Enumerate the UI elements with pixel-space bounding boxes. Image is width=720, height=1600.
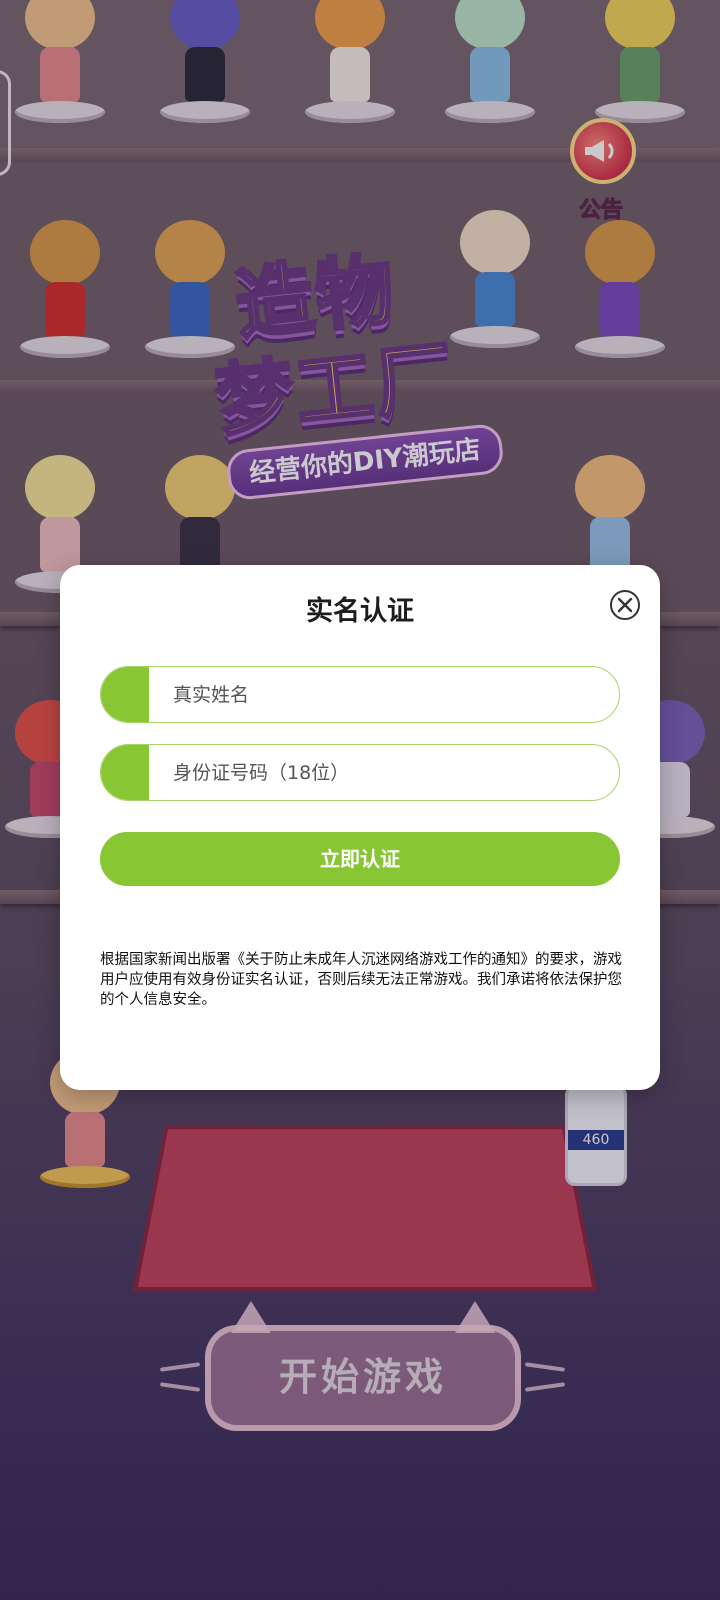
verify-now-button[interactable]: 立即认证 [100,832,620,886]
anti-addiction-notice: 根据国家新闻出版署《关于防止未成年人沉迷网络游戏工作的通知》的要求，游戏用户应使… [100,952,622,1008]
dialog-title: 实名认证 [306,596,414,627]
real-name-verification-dialog: 实名认证 立即认证 根据国家新闻出版署《关于防止未成年人沉迷网络游戏工作的通知》… [60,565,660,1090]
field-accent [101,745,149,800]
real-name-input[interactable] [171,667,605,722]
id-number-field [100,744,620,801]
real-name-field [100,666,620,723]
id-number-input[interactable] [171,745,605,800]
close-icon [617,597,633,613]
field-accent [101,667,149,722]
close-button[interactable] [610,590,640,620]
